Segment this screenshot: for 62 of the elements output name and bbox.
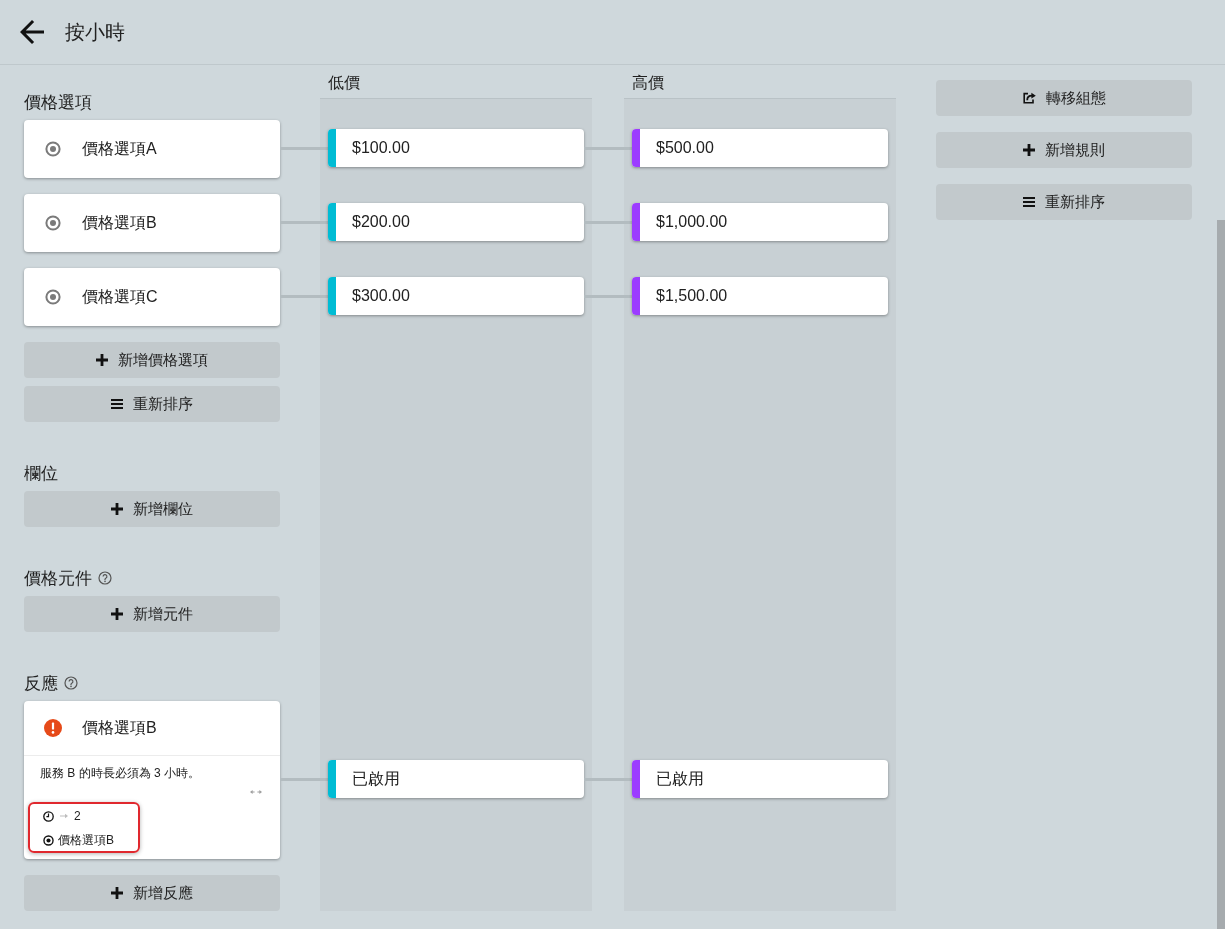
- add-button[interactable]: 新增元件: [24, 596, 280, 632]
- status-text: 已啟用: [351, 768, 400, 789]
- condition-value: 價格選項B: [58, 831, 114, 849]
- clock-icon: [43, 810, 54, 822]
- reaction-title: 價格選項B: [82, 717, 157, 738]
- price-text: $500.00: [655, 139, 714, 157]
- transfer-button[interactable]: 轉移組態: [936, 80, 1192, 116]
- resize-arrows-icon[interactable]: [250, 789, 262, 795]
- help-icon[interactable]: [98, 571, 112, 585]
- help-icon[interactable]: [64, 676, 78, 690]
- add-button[interactable]: 新增價格選項: [24, 342, 280, 378]
- section-title: 反應: [24, 672, 58, 695]
- plus-icon: [111, 503, 123, 515]
- reaction-card[interactable]: 價格選項B 服務 B 的時長必須為 3 小時。 2 價格選項B: [24, 701, 280, 859]
- price-card[interactable]: $200.00: [328, 203, 584, 241]
- price-text: $300.00: [351, 287, 410, 305]
- option-card[interactable]: 價格選項C: [24, 268, 280, 326]
- radio-icon: [43, 834, 54, 846]
- section-title: 價格元件: [24, 567, 92, 590]
- column-header: 低價: [328, 73, 360, 93]
- price-card[interactable]: $100.00: [328, 129, 584, 167]
- plus-icon: [111, 887, 123, 899]
- condition-value: 2: [74, 809, 81, 823]
- box-arrow-icon: [1022, 92, 1036, 104]
- scrollbar-thumb[interactable]: [1217, 220, 1225, 929]
- back-button[interactable]: [20, 20, 44, 44]
- add-button[interactable]: 新增反應: [24, 875, 280, 911]
- radio-icon: [45, 141, 61, 157]
- price-card[interactable]: $300.00: [328, 277, 584, 315]
- arrow-right-icon: [60, 813, 68, 819]
- option-card[interactable]: 價格選項B: [24, 194, 280, 252]
- option-card[interactable]: 價格選項A: [24, 120, 280, 178]
- price-text: $100.00: [351, 139, 410, 157]
- reaction-description: 服務 B 的時長必須為 3 小時。: [39, 766, 200, 780]
- price-card[interactable]: $1,000.00: [632, 203, 888, 241]
- price-text: $1,000.00: [655, 213, 728, 231]
- section-title: 欄位: [24, 462, 58, 485]
- section-title: 價格選項: [24, 91, 92, 114]
- price-card[interactable]: $1,500.00: [632, 277, 888, 315]
- back-arrow-icon: [20, 20, 44, 44]
- price-card[interactable]: $500.00: [632, 129, 888, 167]
- plus-icon: [111, 608, 123, 620]
- price-text: $1,500.00: [655, 287, 728, 305]
- add-button[interactable]: 新增欄位: [24, 491, 280, 527]
- status-card[interactable]: 已啟用: [632, 760, 888, 798]
- radio-icon: [45, 289, 61, 305]
- option-label: 價格選項C: [82, 286, 158, 307]
- price-text: $200.00: [351, 213, 410, 231]
- option-label: 價格選項B: [82, 212, 157, 233]
- reorder-button[interactable]: 重新排序: [24, 386, 280, 422]
- plus-icon: [96, 354, 108, 366]
- add-button[interactable]: 新增規則: [936, 132, 1192, 168]
- lines-icon: [111, 399, 123, 409]
- plus-icon: [1023, 144, 1035, 156]
- column-header: 高價: [632, 73, 664, 93]
- option-label: 價格選項A: [82, 138, 157, 159]
- radio-icon: [45, 215, 61, 231]
- lines-icon: [1023, 197, 1035, 207]
- reorder-button[interactable]: 重新排序: [936, 184, 1192, 220]
- status-text: 已啟用: [655, 768, 704, 789]
- status-card[interactable]: 已啟用: [328, 760, 584, 798]
- page-title: 按小時: [65, 19, 125, 45]
